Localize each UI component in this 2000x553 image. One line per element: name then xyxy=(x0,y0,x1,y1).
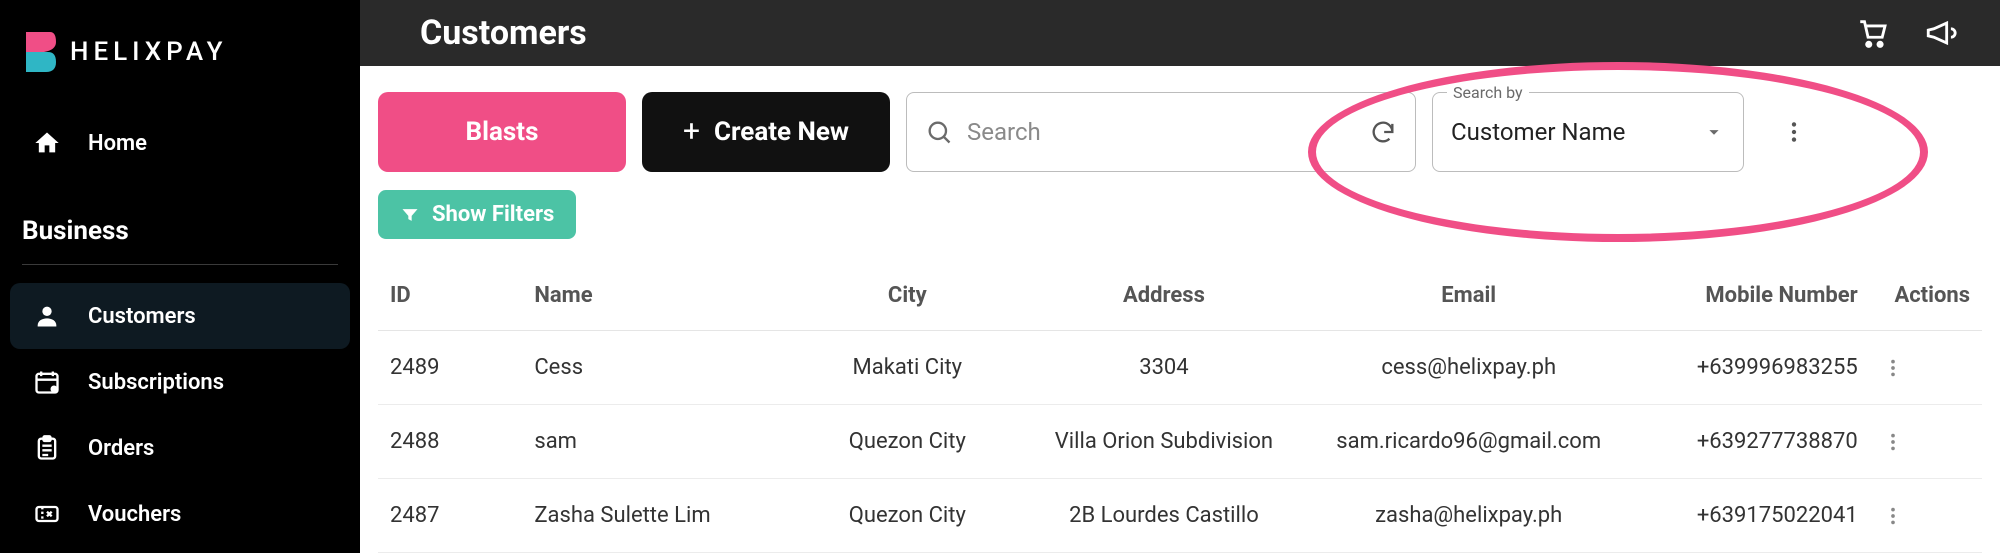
refresh-icon[interactable] xyxy=(1369,118,1397,146)
cell-city: Makati City xyxy=(795,331,1020,405)
searchby-select[interactable]: Search by Customer Name xyxy=(1432,92,1744,172)
topbar: Customers xyxy=(360,0,2000,66)
cell-id: 2489 xyxy=(378,331,522,405)
col-name[interactable]: Name xyxy=(522,261,795,331)
table-row[interactable]: 2488samQuezon CityVilla Orion Subdivisio… xyxy=(378,405,1982,479)
ticket-icon xyxy=(32,499,62,529)
sidebar-item-customers[interactable]: Customers xyxy=(10,283,350,349)
cell-mobile: +639277738870 xyxy=(1629,405,1870,479)
sidebar-item-label: Orders xyxy=(88,436,154,461)
table-header-row: ID Name City Address Email Mobile Number… xyxy=(378,261,1982,331)
col-id[interactable]: ID xyxy=(378,261,522,331)
col-city[interactable]: City xyxy=(795,261,1020,331)
chevron-down-icon xyxy=(1703,121,1725,143)
cell-mobile: +639175022041 xyxy=(1629,479,1870,553)
cell-id: 2487 xyxy=(378,479,522,553)
cell-mobile: +639996983255 xyxy=(1629,331,1870,405)
button-label: Blasts xyxy=(466,117,539,147)
search-field-wrap xyxy=(906,92,1416,172)
sidebar-item-subscriptions[interactable]: Subscriptions xyxy=(10,349,350,415)
action-row: Blasts + Create New Search by xyxy=(378,92,1982,172)
brand-mark-icon xyxy=(24,30,56,74)
calendar-icon xyxy=(32,367,62,397)
search-icon xyxy=(925,118,953,146)
cell-name: sam xyxy=(522,405,795,479)
cell-name: Cess xyxy=(522,331,795,405)
sidebar-section-label: Business xyxy=(0,182,360,264)
sidebar-item-vouchers[interactable]: Vouchers xyxy=(10,481,350,547)
col-actions[interactable]: Actions xyxy=(1870,261,1982,331)
customers-table: ID Name City Address Email Mobile Number… xyxy=(378,261,1982,553)
button-label: Show Filters xyxy=(432,202,554,227)
divider xyxy=(22,264,338,265)
cell-email: cess@helixpay.ph xyxy=(1308,331,1629,405)
blasts-button[interactable]: Blasts xyxy=(378,92,626,172)
more-options-button[interactable] xyxy=(1774,112,1814,152)
select-value: Customer Name xyxy=(1451,118,1703,146)
col-address[interactable]: Address xyxy=(1020,261,1309,331)
row-actions-button[interactable] xyxy=(1882,505,1970,527)
button-label: Create New xyxy=(714,117,849,147)
create-new-button[interactable]: + Create New xyxy=(642,92,890,172)
cell-address: 2B Lourdes Castillo xyxy=(1020,479,1309,553)
select-label: Search by xyxy=(1447,83,1529,102)
cart-icon[interactable] xyxy=(1854,14,1892,52)
cell-city: Quezon City xyxy=(795,479,1020,553)
sidebar: HELIXPAY Home Business Customers xyxy=(0,0,360,553)
sidebar-item-orders[interactable]: Orders xyxy=(10,415,350,481)
cell-email: zasha@helixpay.ph xyxy=(1308,479,1629,553)
col-email[interactable]: Email xyxy=(1308,261,1629,331)
cell-address: 3304 xyxy=(1020,331,1309,405)
nav-home[interactable]: Home xyxy=(10,110,350,176)
page-title: Customers xyxy=(420,13,587,53)
cell-city: Quezon City xyxy=(795,405,1020,479)
brand-logo[interactable]: HELIXPAY xyxy=(0,0,360,104)
filter-icon xyxy=(400,205,420,225)
brand-name: HELIXPAY xyxy=(70,37,228,67)
megaphone-icon[interactable] xyxy=(1922,14,1960,52)
row-actions-button[interactable] xyxy=(1882,357,1970,379)
table-row[interactable]: 2487Zasha Sulette LimQuezon City2B Lourd… xyxy=(378,479,1982,553)
search-input[interactable] xyxy=(953,118,1369,146)
content-area: Blasts + Create New Search by xyxy=(360,66,2000,553)
cell-id: 2488 xyxy=(378,405,522,479)
clipboard-icon xyxy=(32,433,62,463)
home-icon xyxy=(32,128,62,158)
cell-name: Zasha Sulette Lim xyxy=(522,479,795,553)
plus-icon: + xyxy=(683,117,700,147)
table-row[interactable]: 2489CessMakati City3304cess@helixpay.ph+… xyxy=(378,331,1982,405)
sidebar-item-label: Subscriptions xyxy=(88,370,224,395)
sidebar-item-label: Customers xyxy=(88,304,196,329)
row-actions-button[interactable] xyxy=(1882,431,1970,453)
show-filters-button[interactable]: Show Filters xyxy=(378,190,576,239)
person-icon xyxy=(32,301,62,331)
col-mobile[interactable]: Mobile Number xyxy=(1629,261,1870,331)
cell-address: Villa Orion Subdivision xyxy=(1020,405,1309,479)
cell-email: sam.ricardo96@gmail.com xyxy=(1308,405,1629,479)
sidebar-item-label: Vouchers xyxy=(88,502,181,527)
nav-label: Home xyxy=(88,131,147,156)
